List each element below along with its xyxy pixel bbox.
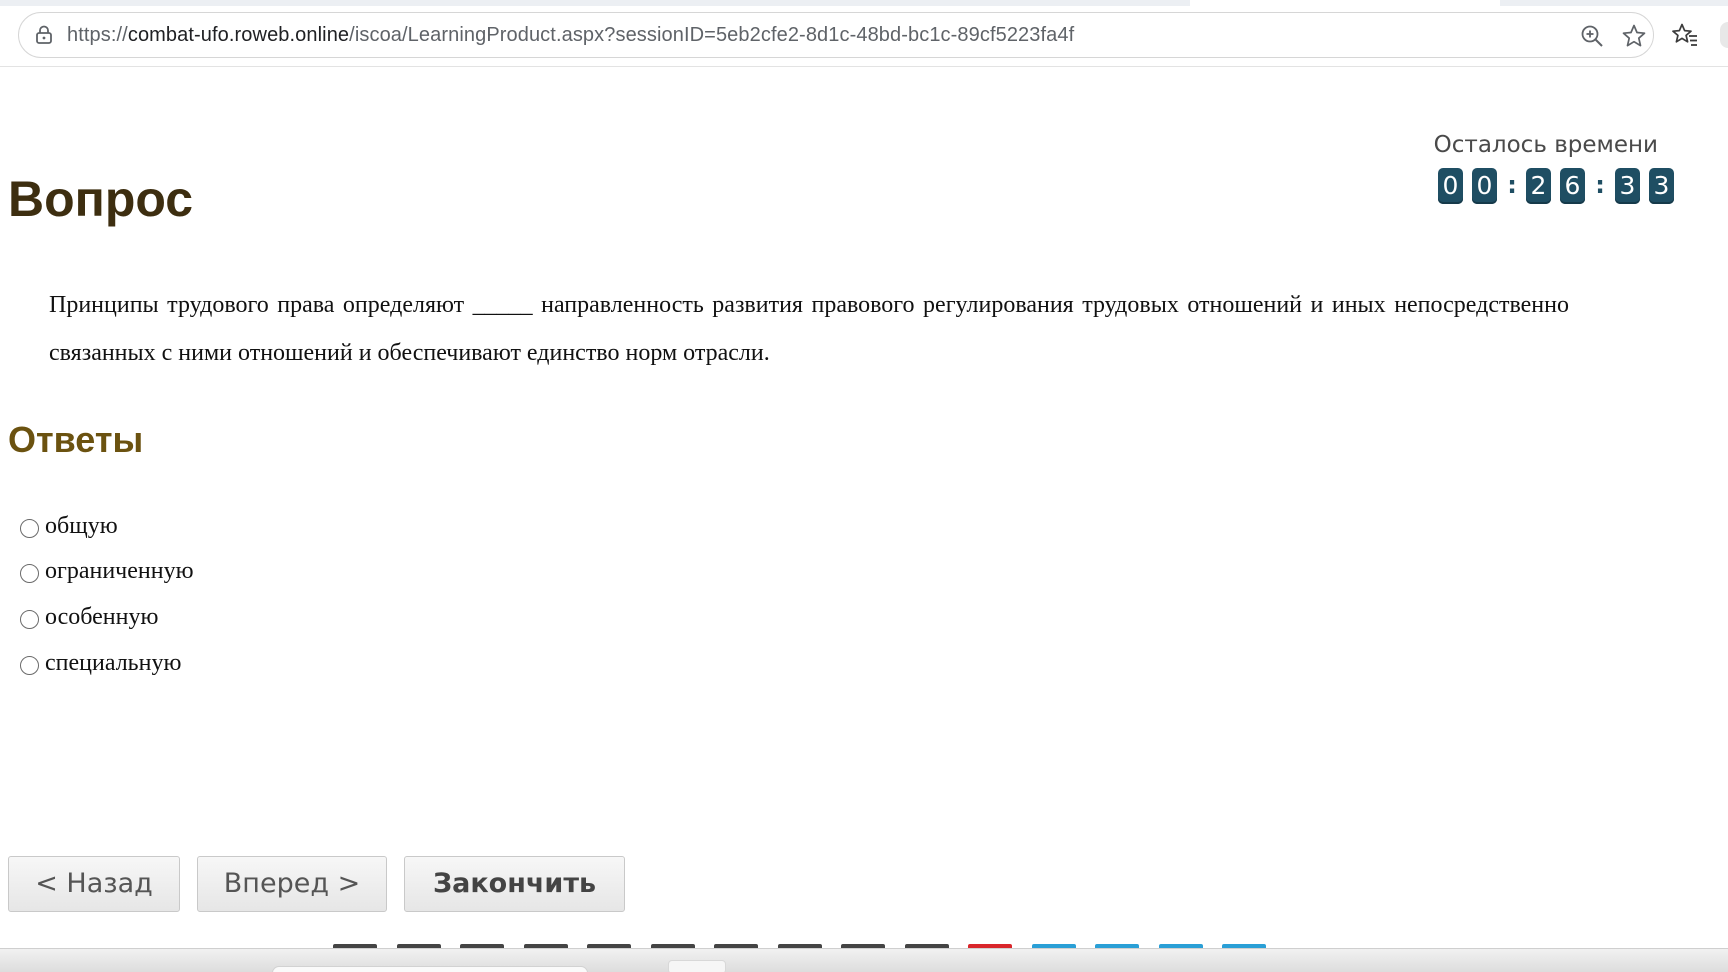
next-button[interactable]: Вперед > (197, 856, 387, 912)
answer-radio[interactable] (20, 609, 39, 629)
taskbar-app[interactable] (668, 960, 726, 972)
active-tab[interactable] (1190, 0, 1500, 6)
answer-label[interactable]: общую (45, 513, 118, 540)
taskbar-search[interactable] (272, 966, 588, 972)
timer-label: Осталось времени (1433, 132, 1658, 158)
address-bar[interactable]: https://combat-ufo.roweb.online/iscoa/Le… (18, 12, 1654, 58)
answer-radio[interactable] (20, 518, 39, 538)
timer-separator: : (1507, 171, 1517, 199)
answer-option[interactable]: общую (20, 510, 118, 542)
timer-digit-minutes-ones: 6 (1560, 168, 1585, 204)
site-info-icon[interactable] (33, 24, 55, 46)
taskbar (0, 948, 1728, 972)
url-host: combat-ufo.roweb.online (127, 24, 350, 46)
answer-option[interactable]: специальную (20, 647, 181, 679)
answer-label[interactable]: ограниченную (45, 558, 194, 585)
answer-option[interactable]: ограниченную (20, 555, 194, 587)
answer-radio[interactable] (20, 655, 39, 675)
answer-label[interactable]: особенную (45, 604, 158, 631)
answer-option[interactable]: особенную (20, 601, 158, 633)
profile-avatar[interactable] (1720, 22, 1728, 48)
url-path: /iscoa/LearningProduct.aspx?sessionID=5e… (349, 24, 1075, 46)
question-text: Принципы трудового права определяют ____… (49, 292, 1569, 366)
timer-digit-seconds-tens: 3 (1615, 168, 1640, 204)
answer-radio[interactable] (20, 563, 39, 583)
timer-digit-hours-ones: 0 (1472, 168, 1497, 204)
favorites-icon[interactable] (1672, 22, 1698, 48)
timer-digit-minutes-tens: 2 (1526, 168, 1551, 204)
answer-label[interactable]: специальную (45, 650, 181, 677)
countdown-timer: Осталось времени 0 0 : 2 6 : 3 3 (1433, 132, 1696, 204)
url-prefix: https:// (67, 24, 128, 46)
star-icon[interactable] (1621, 23, 1647, 49)
page: https://combat-ufo.roweb.online/iscoa/Le… (0, 0, 1728, 972)
timer-digit-hours-tens: 0 (1438, 168, 1463, 204)
answers-heading: Ответы (8, 419, 144, 460)
timer-separator: : (1595, 171, 1605, 199)
finish-button[interactable]: Закончить (404, 856, 625, 912)
back-button[interactable]: < Назад (8, 856, 180, 912)
timer-digit-seconds-ones: 3 (1649, 168, 1674, 204)
question-heading: Вопрос (8, 171, 194, 227)
tab-strip (0, 0, 1728, 6)
url-text[interactable]: https://combat-ufo.roweb.online/iscoa/Le… (67, 24, 1074, 47)
zoom-icon[interactable] (1579, 23, 1605, 49)
browser-toolbar: https://combat-ufo.roweb.online/iscoa/Le… (0, 0, 1728, 67)
